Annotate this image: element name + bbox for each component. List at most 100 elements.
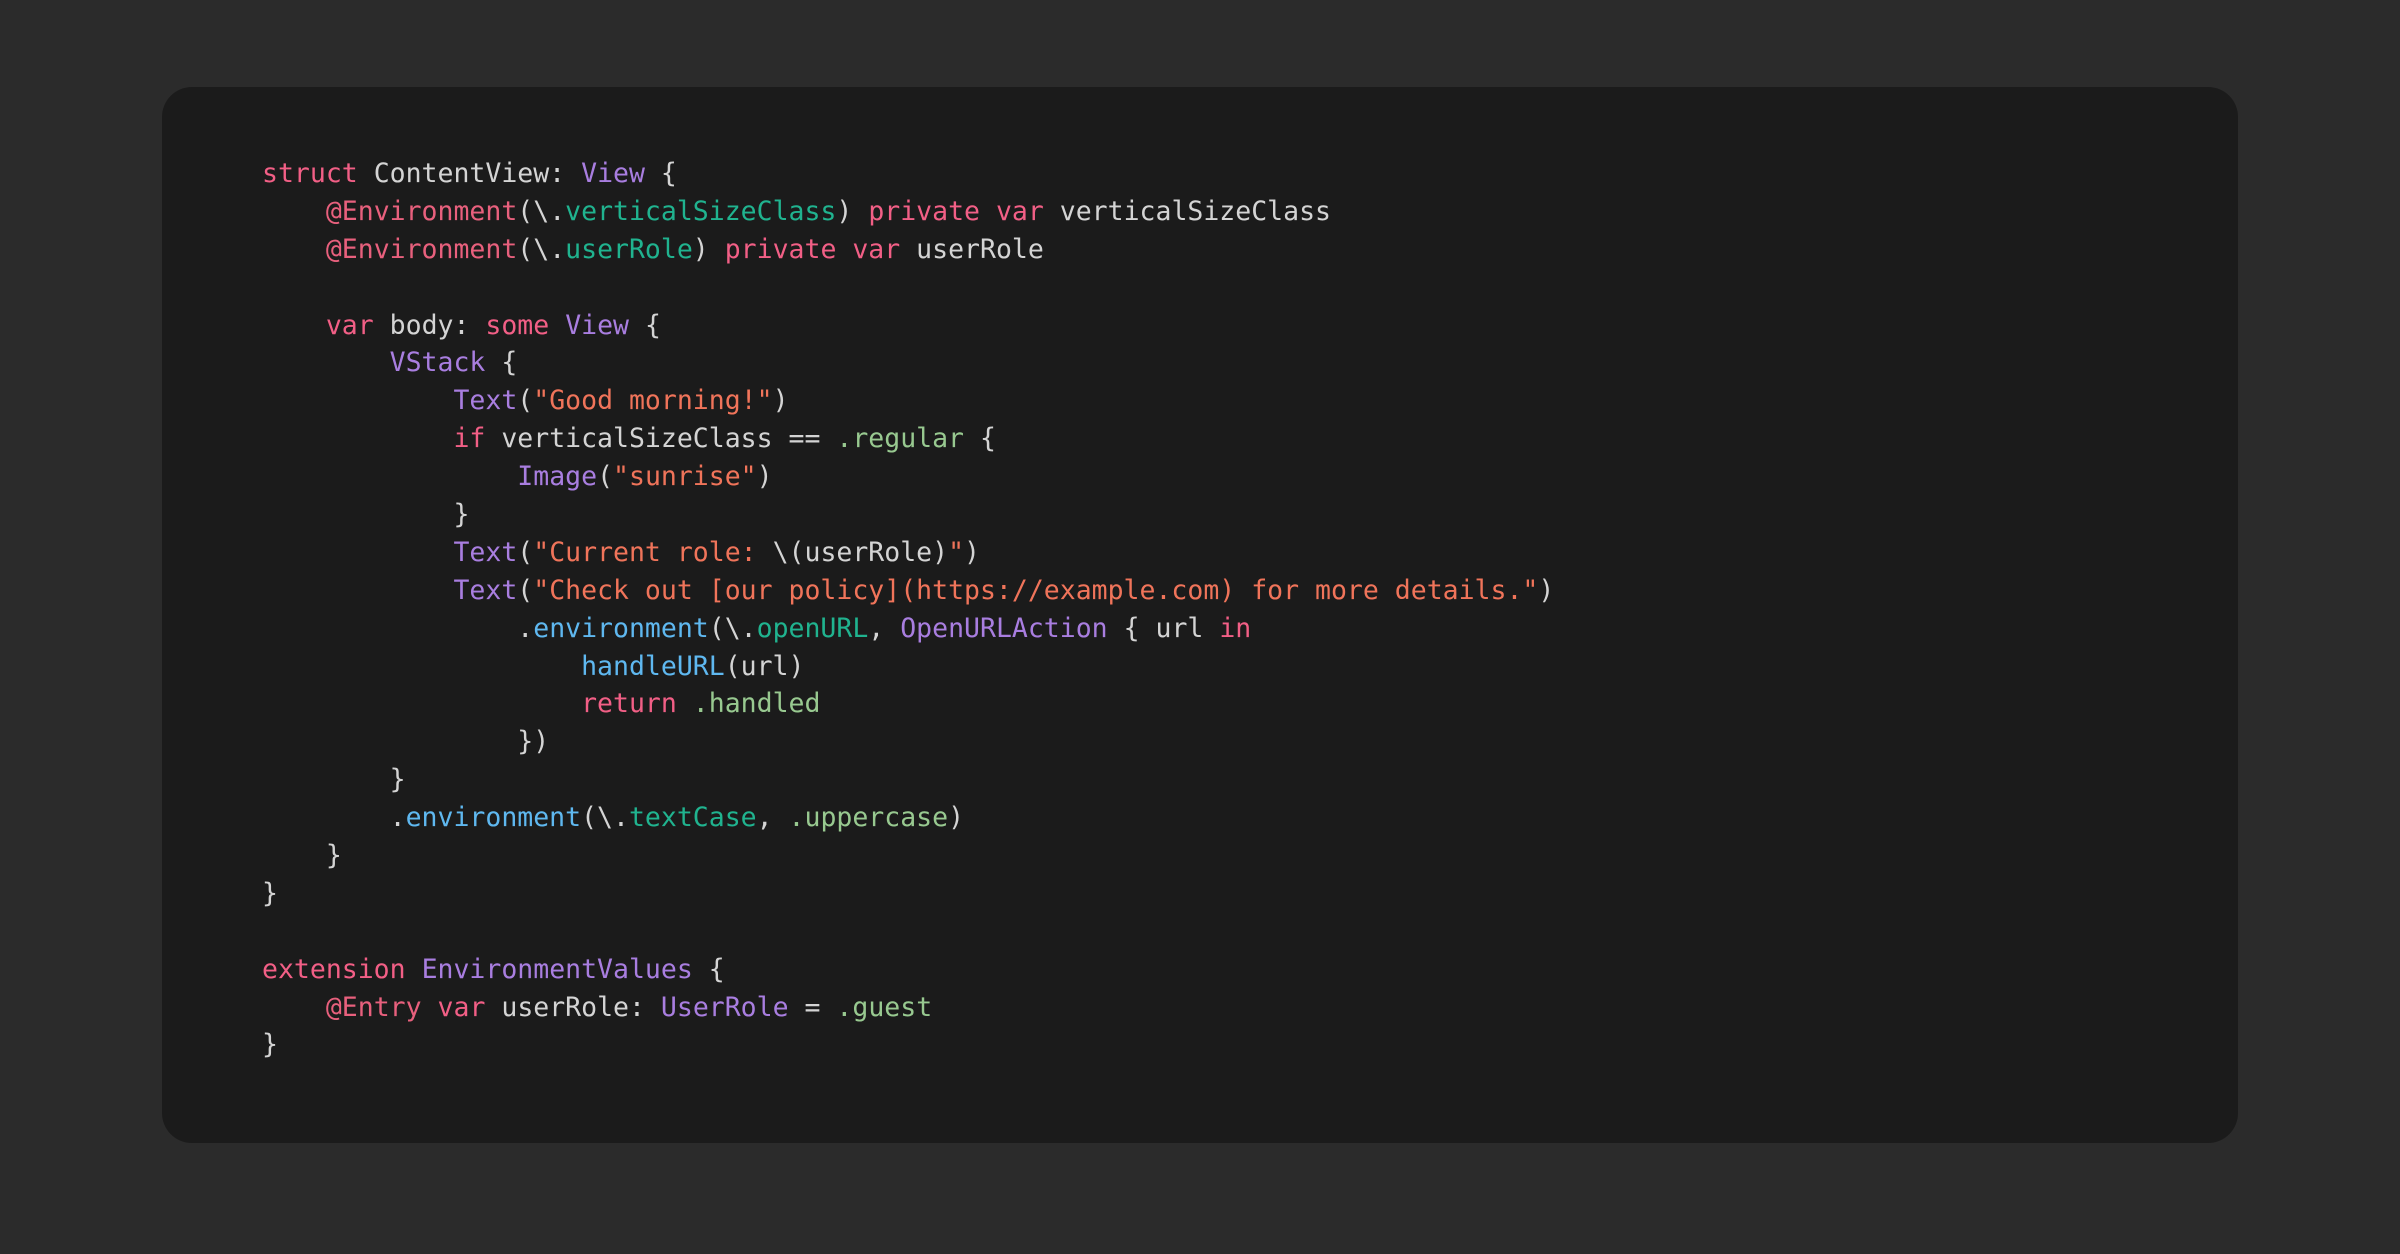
code-token: Image — [517, 461, 598, 493]
code-line: Text("Good morning!") — [262, 382, 1554, 420]
code-token: var — [325, 309, 374, 341]
code-token: ( — [517, 574, 534, 606]
code-token: = — [788, 991, 837, 1023]
code-token: ) — [964, 536, 981, 568]
code-token: "sunrise" — [613, 461, 757, 493]
code-token: { — [692, 953, 725, 985]
code-line: } — [262, 837, 1554, 875]
code-line: Text("Current role: \(userRole)") — [262, 534, 1554, 572]
code-token: verticalSizeClass == — [485, 423, 837, 455]
code-token: (url) — [724, 650, 805, 682]
code-token: UserRole — [660, 991, 789, 1023]
code-token: ) — [1538, 574, 1555, 606]
code-token: extension — [262, 953, 406, 985]
code-token: @Entry — [325, 991, 422, 1023]
code-token: verticalSizeClass — [1043, 195, 1331, 227]
code-token: openURL — [756, 612, 869, 644]
code-token: ) — [756, 461, 773, 493]
code-token: , — [868, 612, 901, 644]
code-line: .environment(\.textCase, .uppercase) — [262, 799, 1554, 837]
code-token: userRole — [565, 233, 693, 265]
code-line: }) — [262, 723, 1554, 761]
code-token: }) — [262, 726, 550, 758]
code-token: .regular — [836, 423, 965, 455]
code-token: { — [629, 309, 661, 341]
code-token: } — [262, 877, 278, 909]
code-line: } — [262, 761, 1554, 799]
code-line: var body: some View { — [262, 307, 1554, 345]
code-line: struct ContentView: View { — [262, 155, 1554, 193]
code-token: ) — [948, 802, 965, 834]
code-token: if — [453, 423, 486, 455]
code-token: (\. — [708, 612, 757, 644]
code-token: verticalSizeClass — [565, 195, 837, 227]
code-token: some — [485, 309, 550, 341]
code-line: .environment(\.openURL, OpenURLAction { … — [262, 610, 1554, 648]
code-card: struct ContentView: View { @Environment(… — [162, 87, 2238, 1143]
code-line: extension EnvironmentValues { — [262, 951, 1554, 989]
code-token: environment — [405, 802, 582, 834]
code-token: View — [581, 158, 645, 189]
code-token: .uppercase — [788, 802, 949, 834]
code-token: . — [262, 802, 406, 834]
code-line: } — [262, 1026, 1554, 1064]
code-token: in — [1219, 612, 1252, 644]
code-token: ) — [772, 385, 789, 417]
code-line: @Entry var userRole: UserRole = .guest — [262, 989, 1554, 1027]
code-line: } — [262, 875, 1554, 913]
code-token: .handled — [692, 688, 821, 720]
code-token: ContentView: — [357, 158, 582, 189]
code-token: , — [756, 802, 789, 834]
code-token: @Environment — [325, 195, 518, 227]
code-token: return — [581, 688, 677, 720]
code-token: ( — [597, 461, 614, 493]
code-token: VStack — [389, 347, 486, 379]
code-token: var — [437, 991, 486, 1023]
code-token: ( — [517, 536, 534, 568]
code-token: private var — [868, 195, 1044, 227]
code-token: ( — [517, 385, 534, 417]
code-token: @Environment — [325, 233, 518, 265]
code-line: @Environment(\.userRole) private var use… — [262, 231, 1554, 269]
code-block: struct ContentView: View { @Environment(… — [262, 155, 1554, 1064]
code-token: } — [262, 840, 342, 872]
code-token: userRole: — [485, 991, 661, 1023]
code-token: "Good morning!" — [533, 385, 773, 417]
code-token: environment — [533, 612, 709, 644]
code-token: } — [262, 1029, 278, 1061]
code-token: handleURL — [581, 650, 725, 682]
code-token: Text — [453, 536, 518, 568]
code-token: (\. — [517, 195, 566, 227]
code-token: "Check out [our policy](https://example.… — [533, 574, 1539, 606]
code-line: Text("Check out [our policy](https://exa… — [262, 572, 1554, 610]
code-line: VStack { — [262, 344, 1554, 382]
code-line: handleURL(url) — [262, 648, 1554, 686]
code-line: if verticalSizeClass == .regular { — [262, 420, 1554, 458]
code-token: (\. — [517, 233, 566, 265]
code-line: return .handled — [262, 685, 1554, 723]
code-token: ) — [692, 233, 725, 265]
code-token: ) — [836, 195, 869, 227]
code-token: userRole — [900, 233, 1044, 265]
code-token: { — [485, 347, 518, 379]
code-token: Text — [453, 574, 518, 606]
code-line: ​ — [262, 269, 1554, 307]
code-token: .guest — [836, 991, 933, 1023]
code-token: . — [262, 612, 534, 644]
code-token: (\. — [581, 802, 629, 834]
code-token: private var — [724, 233, 901, 265]
code-token: { — [644, 158, 677, 189]
